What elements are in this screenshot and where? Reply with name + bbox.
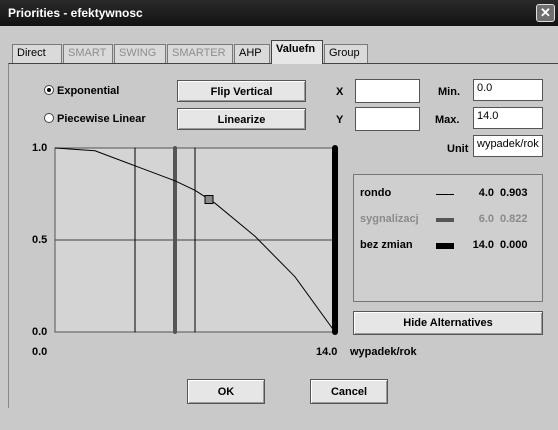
value-function-plot[interactable] (54, 145, 338, 335)
y-tick-label-mid: 0.5 (32, 234, 48, 246)
legend-score: 0.000 (500, 239, 528, 251)
x-tick-label-min: 0.0 (32, 346, 48, 358)
tab-group[interactable]: Group (324, 44, 368, 63)
radio-selected-indicator (44, 85, 54, 95)
tab-smarter: SMARTER (167, 44, 233, 63)
curve-control-point[interactable] (204, 195, 214, 205)
x-unit-label: wypadek/rok (350, 346, 417, 358)
tab-direct[interactable]: Direct (12, 44, 62, 63)
flip-vertical-button[interactable]: Flip Vertical (177, 80, 306, 102)
hide-alternatives-button[interactable]: Hide Alternatives (353, 311, 543, 335)
legend-score: 0.822 (500, 213, 528, 225)
legend-line-swatch (436, 218, 454, 222)
window-title: Priorities - efektywnosc (8, 6, 143, 20)
y-tick-label-top: 1.0 (32, 142, 48, 154)
legend-name: rondo (360, 187, 392, 199)
tab-valuefn[interactable]: Valuefn (271, 40, 323, 64)
legend-name: bez zmian (360, 239, 413, 251)
legend-row-rondo: rondo 4.0 0.903 (360, 187, 540, 201)
tab-smart: SMART (63, 44, 113, 63)
min-input[interactable]: 0.0 (473, 79, 543, 101)
x-input[interactable] (355, 79, 420, 103)
legend-value: 6.0 (478, 213, 494, 225)
y-label: Y (336, 114, 344, 126)
legend-line-swatch (436, 194, 454, 195)
legend-name: sygnalizacj (360, 213, 419, 225)
radio-piecewise-linear[interactable]: Piecewise Linear (44, 113, 146, 125)
legend-row-bez-zmian: bez zmian 14.0 0.000 (360, 239, 540, 253)
radio-exponential[interactable]: Exponential (44, 85, 119, 97)
title-bar[interactable]: Priorities - efektywnosc ✕ (0, 0, 558, 26)
priorities-window: Priorities - efektywnosc ✕ Direct SMART … (0, 0, 558, 430)
ok-button[interactable]: OK (187, 379, 265, 404)
tab-swing: SWING (114, 44, 166, 63)
unit-input[interactable]: wypadek/rok (473, 135, 543, 157)
max-input[interactable]: 14.0 (473, 107, 543, 129)
y-input[interactable] (355, 107, 420, 131)
legend-line-swatch (436, 243, 454, 249)
radio-piecewise-linear-label: Piecewise Linear (57, 113, 146, 125)
linearize-button[interactable]: Linearize (177, 108, 306, 130)
legend-value: 4.0 (478, 187, 494, 199)
legend-value: 14.0 (472, 239, 494, 251)
alternatives-legend: rondo 4.0 0.903 sygnalizacj 6.0 0.822 be… (353, 174, 543, 302)
x-label: X (336, 86, 344, 98)
legend-score: 0.903 (500, 187, 528, 199)
value-function-chart[interactable] (54, 145, 338, 335)
min-label: Min. (438, 86, 460, 98)
unit-label: Unit (447, 143, 469, 155)
x-tick-label-max: 14.0 (316, 346, 338, 358)
radio-unselected-indicator (44, 113, 54, 123)
radio-exponential-label: Exponential (57, 85, 120, 97)
tab-ahp[interactable]: AHP (234, 44, 270, 63)
close-icon: ✕ (540, 5, 551, 20)
max-label: Max. (435, 114, 460, 126)
close-button[interactable]: ✕ (536, 4, 555, 22)
y-tick-label-bottom: 0.0 (32, 326, 48, 338)
cancel-button[interactable]: Cancel (310, 379, 388, 404)
legend-row-sygnalizacj: sygnalizacj 6.0 0.822 (360, 213, 540, 227)
